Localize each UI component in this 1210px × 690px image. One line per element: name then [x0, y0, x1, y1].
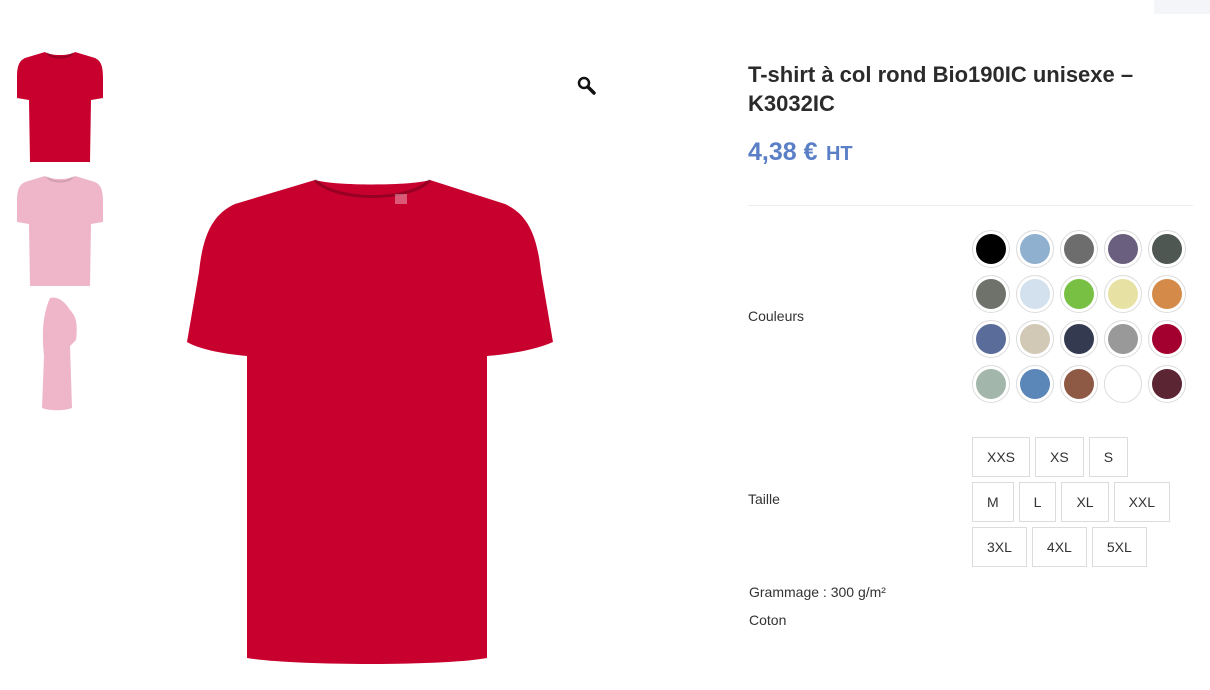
thumbnail-red-front[interactable] — [14, 46, 106, 166]
color-swatch[interactable] — [1016, 320, 1054, 358]
size-row: XXS XS S — [972, 437, 1194, 482]
size-button[interactable]: 3XL — [972, 527, 1027, 567]
color-swatch[interactable] — [1148, 275, 1186, 313]
color-swatch[interactable] — [1148, 320, 1186, 358]
thumbnail-pink-front[interactable] — [14, 170, 106, 290]
price-suffix: HT — [825, 143, 853, 165]
tshirt-main-image — [187, 178, 553, 664]
color-swatch[interactable] — [1104, 320, 1142, 358]
color-swatch[interactable] — [1016, 365, 1054, 403]
color-swatch[interactable] — [972, 230, 1010, 268]
main-product-image — [125, 60, 615, 670]
color-swatch[interactable] — [1104, 365, 1142, 403]
size-button[interactable]: L — [1018, 482, 1057, 522]
color-swatch-dot — [1020, 324, 1050, 354]
size-row: 3XL 4XL 5XL — [972, 527, 1194, 572]
color-swatch-dot — [976, 369, 1006, 399]
color-swatch-dot — [1152, 369, 1182, 399]
product-title: T-shirt à col rond Bio190IC unisexe – K3… — [748, 62, 1134, 116]
color-swatch[interactable] — [972, 365, 1010, 403]
size-options: XXS XS S M L XL XXL 3XL 4XL 5XL — [972, 437, 1194, 572]
tshirt-pink-side-image — [42, 297, 77, 411]
size-button[interactable]: XXS — [972, 437, 1031, 477]
thumbnail-gallery — [14, 46, 106, 418]
color-swatch-dot — [1108, 234, 1138, 264]
color-swatch-dot — [976, 234, 1006, 264]
color-swatch-dot — [1020, 369, 1050, 399]
corner-tab — [1154, 0, 1210, 14]
color-swatch[interactable] — [1060, 320, 1098, 358]
color-swatch-dot — [976, 279, 1006, 309]
size-button[interactable]: XXL — [1113, 482, 1171, 522]
tshirt-pink-front-image — [17, 176, 103, 286]
color-swatch[interactable] — [1148, 230, 1186, 268]
color-swatch-dot — [1108, 279, 1138, 309]
size-button[interactable]: 5XL — [1091, 527, 1147, 567]
color-swatch[interactable] — [1104, 275, 1142, 313]
product-info: T-shirt à col rond Bio190IC unisexe – K3… — [748, 60, 1193, 206]
product-price: 4,38 € HT — [748, 138, 1193, 167]
color-swatch-dot — [1064, 369, 1094, 399]
color-swatch[interactable] — [1016, 230, 1054, 268]
size-button[interactable]: XS — [1035, 437, 1084, 477]
color-swatch[interactable] — [1060, 275, 1098, 313]
material-text: Coton — [749, 612, 787, 628]
weight-text: Grammage : 300 g/m² — [749, 584, 886, 600]
colors-label: Couleurs — [748, 308, 805, 324]
size-button[interactable]: 4XL — [1031, 527, 1087, 567]
price-amount: 4,38 € — [748, 138, 818, 166]
color-swatch-dot — [1108, 369, 1138, 399]
color-swatch[interactable] — [972, 320, 1010, 358]
size-button[interactable]: XL — [1061, 482, 1109, 522]
tshirt-red-front-image — [17, 52, 103, 162]
color-swatch-dot — [1152, 324, 1182, 354]
color-swatch[interactable] — [1148, 365, 1186, 403]
zoom-icon[interactable] — [577, 76, 597, 96]
color-swatch[interactable] — [1016, 275, 1054, 313]
color-swatch[interactable] — [1060, 230, 1098, 268]
product-meta: Grammage : 300 g/m² Coton — [749, 578, 886, 634]
thumbnail-pink-side[interactable] — [14, 294, 106, 414]
color-swatch[interactable] — [1104, 230, 1142, 268]
size-label: Taille — [748, 491, 780, 507]
color-swatch-dot — [1152, 279, 1182, 309]
color-swatch-dot — [976, 324, 1006, 354]
color-swatch[interactable] — [1060, 365, 1098, 403]
color-swatch-dot — [1020, 279, 1050, 309]
divider — [748, 205, 1193, 206]
color-swatch-dot — [1020, 234, 1050, 264]
size-row: M L XL XXL — [972, 482, 1194, 527]
color-swatch-dot — [1064, 279, 1094, 309]
color-swatch-dot — [1152, 234, 1182, 264]
size-button[interactable]: S — [1088, 437, 1129, 477]
color-swatch[interactable] — [972, 275, 1010, 313]
color-swatch-dot — [1064, 234, 1094, 264]
color-swatches — [972, 230, 1194, 410]
color-swatch-dot — [1064, 324, 1094, 354]
color-swatch-dot — [1108, 324, 1138, 354]
size-button[interactable]: M — [972, 482, 1014, 522]
